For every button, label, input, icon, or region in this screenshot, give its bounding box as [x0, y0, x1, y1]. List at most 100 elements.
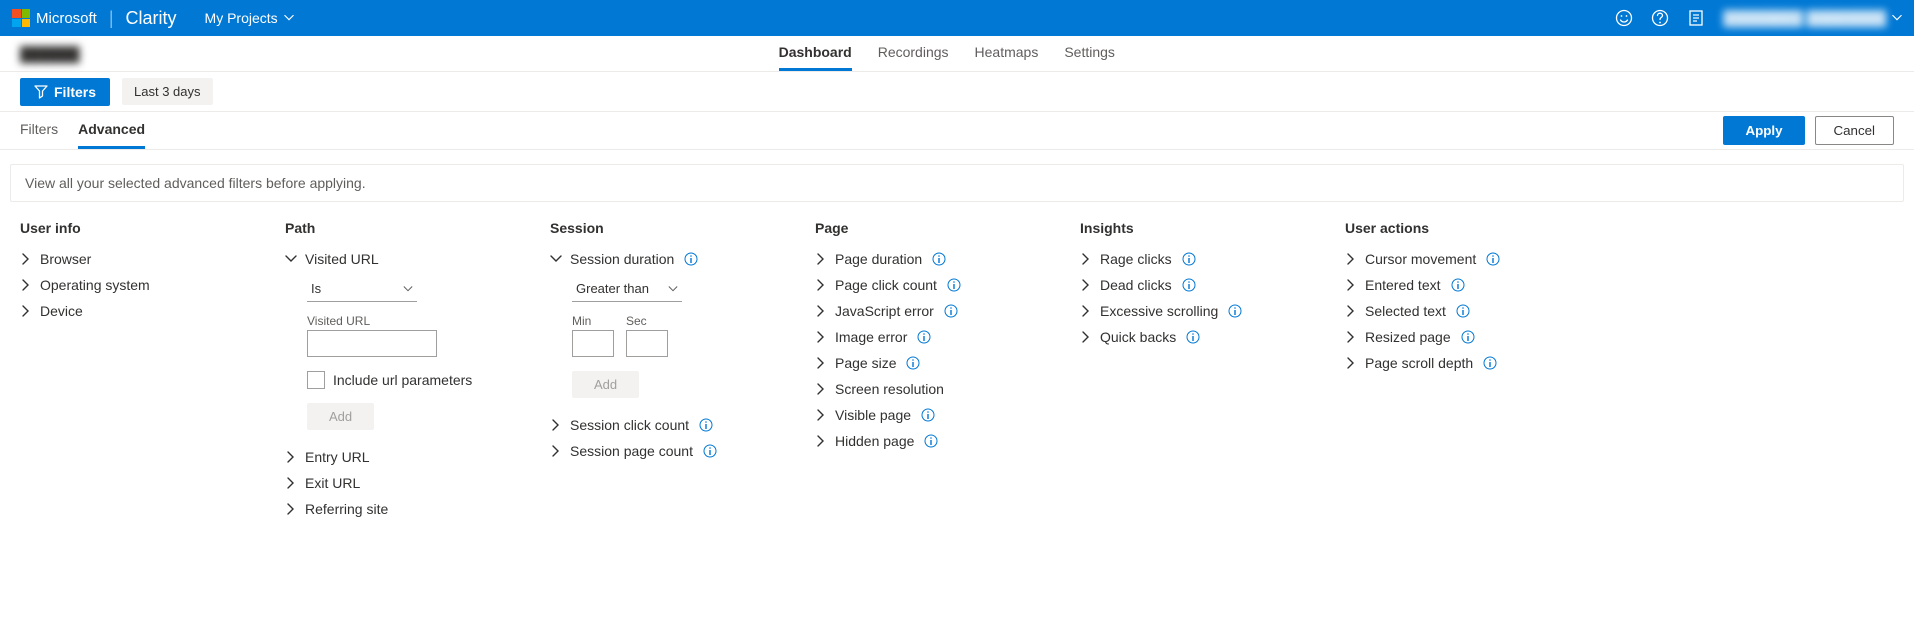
info-icon[interactable] [924, 434, 938, 448]
info-icon[interactable] [1451, 278, 1465, 292]
item-label: Cursor movement [1365, 251, 1476, 267]
apply-button[interactable]: Apply [1723, 116, 1804, 145]
filters-button[interactable]: Filters [20, 78, 110, 106]
item-entry-url[interactable]: Entry URL [285, 444, 530, 470]
filter-tabs-row: Filters Advanced Apply Cancel [0, 112, 1914, 150]
date-range-pill[interactable]: Last 3 days [122, 78, 213, 105]
item-excessive-scrolling[interactable]: Excessive scrolling [1080, 298, 1325, 324]
include-params-row[interactable]: Include url parameters [307, 371, 530, 389]
item-screen-resolution[interactable]: Screen resolution [815, 376, 1060, 402]
user-menu[interactable]: ████████ ████████ [1723, 10, 1902, 26]
item-browser[interactable]: Browser [20, 246, 265, 272]
feedback-icon[interactable] [1615, 9, 1633, 27]
duration-operator[interactable]: Greater than [572, 276, 682, 302]
chevron-right-icon [815, 435, 827, 447]
filter-tab-advanced[interactable]: Advanced [78, 112, 145, 149]
action-buttons: Apply Cancel [1723, 116, 1894, 145]
include-params-label: Include url parameters [333, 372, 472, 388]
item-page-scroll-depth[interactable]: Page scroll depth [1345, 350, 1590, 376]
item-image-error[interactable]: Image error [815, 324, 1060, 350]
item-visible-page[interactable]: Visible page [815, 402, 1060, 428]
item-resized-page[interactable]: Resized page [1345, 324, 1590, 350]
projects-dropdown-label: My Projects [205, 10, 278, 26]
item-quick-backs[interactable]: Quick backs [1080, 324, 1325, 350]
filter-tab-filters[interactable]: Filters [20, 112, 58, 149]
col-user-actions: User actions Cursor movement Entered tex… [1335, 220, 1600, 522]
info-icon[interactable] [1182, 252, 1196, 266]
filter-row: Filters Last 3 days [0, 72, 1914, 112]
chevron-right-icon [1345, 357, 1357, 369]
item-device[interactable]: Device [20, 298, 265, 324]
item-page-size[interactable]: Page size [815, 350, 1060, 376]
chevron-right-icon [20, 305, 32, 317]
notes-icon[interactable] [1687, 9, 1705, 27]
brand-group: Microsoft | Clarity [12, 8, 177, 29]
cancel-button[interactable]: Cancel [1815, 116, 1895, 145]
item-selected-text[interactable]: Selected text [1345, 298, 1590, 324]
brand-clarity: Clarity [126, 8, 177, 29]
chevron-right-icon [20, 253, 32, 265]
item-label: Page duration [835, 251, 922, 267]
info-icon[interactable] [684, 252, 698, 266]
main-tabs: Dashboard Recordings Heatmaps Settings [779, 36, 1115, 71]
info-icon[interactable] [906, 356, 920, 370]
checkbox-include-params[interactable] [307, 371, 325, 389]
chevron-right-icon [815, 409, 827, 421]
info-icon[interactable] [917, 330, 931, 344]
item-javascript-error[interactable]: JavaScript error [815, 298, 1060, 324]
info-icon[interactable] [703, 444, 717, 458]
chevron-right-icon [1080, 253, 1092, 265]
min-label: Min [572, 314, 614, 328]
min-input[interactable] [572, 330, 614, 357]
item-label: Image error [835, 329, 907, 345]
item-rage-clicks[interactable]: Rage clicks [1080, 246, 1325, 272]
item-page-click-count[interactable]: Page click count [815, 272, 1060, 298]
info-icon[interactable] [1228, 304, 1242, 318]
item-entered-text[interactable]: Entered text [1345, 272, 1590, 298]
item-exit-url[interactable]: Exit URL [285, 470, 530, 496]
add-visited-url-button[interactable]: Add [307, 403, 374, 430]
item-label: Hidden page [835, 433, 914, 449]
item-session-click-count[interactable]: Session click count [550, 412, 795, 438]
add-duration-button[interactable]: Add [572, 371, 639, 398]
chevron-right-icon [550, 419, 562, 431]
tab-recordings[interactable]: Recordings [878, 36, 949, 71]
item-hidden-page[interactable]: Hidden page [815, 428, 1060, 454]
col-title-path: Path [285, 220, 530, 236]
chevron-right-icon [815, 331, 827, 343]
info-icon[interactable] [944, 304, 958, 318]
info-icon[interactable] [1456, 304, 1470, 318]
chevron-right-icon [285, 451, 297, 463]
info-icon[interactable] [1486, 252, 1500, 266]
sec-input[interactable] [626, 330, 668, 357]
col-title-session: Session [550, 220, 795, 236]
info-icon[interactable] [1186, 330, 1200, 344]
item-label: Entry URL [305, 449, 370, 465]
tab-heatmaps[interactable]: Heatmaps [975, 36, 1039, 71]
item-visited-url[interactable]: Visited URL [285, 246, 530, 272]
info-icon[interactable] [947, 278, 961, 292]
item-session-page-count[interactable]: Session page count [550, 438, 795, 464]
chevron-down-icon [550, 253, 562, 265]
item-referring-site[interactable]: Referring site [285, 496, 530, 522]
visited-url-input[interactable] [307, 330, 437, 357]
item-cursor-movement[interactable]: Cursor movement [1345, 246, 1590, 272]
help-icon[interactable] [1651, 9, 1669, 27]
tab-settings[interactable]: Settings [1064, 36, 1115, 71]
item-label: Operating system [40, 277, 150, 293]
microsoft-logo-icon [12, 9, 30, 27]
info-icon[interactable] [1461, 330, 1475, 344]
item-page-duration[interactable]: Page duration [815, 246, 1060, 272]
item-session-duration[interactable]: Session duration [550, 246, 795, 272]
tab-dashboard[interactable]: Dashboard [779, 36, 852, 71]
item-label: Browser [40, 251, 91, 267]
info-icon[interactable] [932, 252, 946, 266]
item-operating-system[interactable]: Operating system [20, 272, 265, 298]
visited-url-operator[interactable]: Is [307, 276, 417, 302]
projects-dropdown[interactable]: My Projects [205, 10, 294, 26]
item-dead-clicks[interactable]: Dead clicks [1080, 272, 1325, 298]
info-icon[interactable] [699, 418, 713, 432]
info-icon[interactable] [1483, 356, 1497, 370]
info-icon[interactable] [1182, 278, 1196, 292]
info-icon[interactable] [921, 408, 935, 422]
